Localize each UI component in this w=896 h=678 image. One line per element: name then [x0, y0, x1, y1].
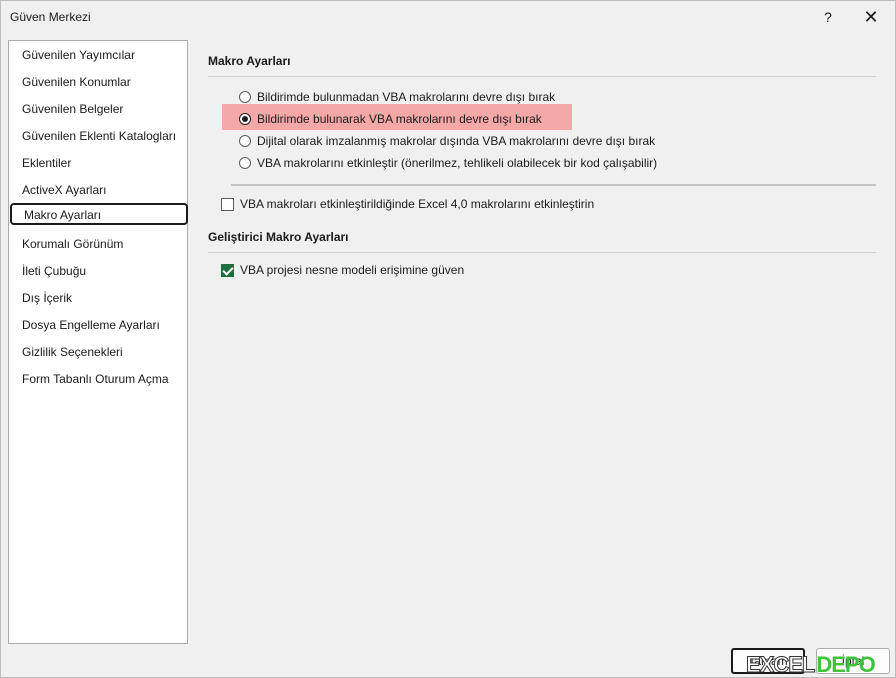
radio-label: Bildirimde bulunarak VBA makrolarını dev…: [257, 112, 542, 126]
help-button[interactable]: ?: [816, 5, 840, 29]
sidebar-item-privacy-options[interactable]: Gizlilik Seçenekleri: [22, 341, 123, 363]
sidebar-item-protected-view[interactable]: Korumalı Görünüm: [22, 233, 123, 255]
radio-label: Bildirimde bulunmadan VBA makrolarını de…: [257, 90, 556, 104]
radio-button[interactable]: [239, 157, 251, 169]
radio-button[interactable]: [239, 135, 251, 147]
radio-label: Dijital olarak imzalanmış makrolar dışın…: [257, 134, 656, 148]
sidebar-item-trusted-publishers[interactable]: Güvenilen Yayımcılar: [22, 44, 135, 66]
radio-button[interactable]: [239, 91, 251, 103]
sidebar-item-macro-settings[interactable]: Makro Ayarları: [10, 203, 188, 225]
sidebar-item-message-bar[interactable]: İleti Çubuğu: [22, 260, 86, 282]
macro-settings-heading: Makro Ayarları: [208, 54, 291, 68]
sidebar: Güvenilen Yayımcılar Güvenilen Konumlar …: [8, 40, 188, 644]
divider: [231, 184, 876, 186]
sidebar-item-trusted-add-in-catalogs[interactable]: Güvenilen Eklenti Katalogları: [22, 125, 176, 147]
radio-option-disable-except-signed[interactable]: Dijital olarak imzalanmış makrolar dışın…: [239, 132, 655, 150]
sidebar-item-trusted-locations[interactable]: Güvenilen Konumlar: [22, 71, 131, 93]
radio-label: VBA makrolarını etkinleştir (önerilmez, …: [257, 156, 658, 170]
excel4-macros-checkbox[interactable]: [221, 197, 234, 211]
watermark-logo: EXCEL DEPO: [745, 651, 875, 678]
sidebar-item-trusted-documents[interactable]: Güvenilen Belgeler: [22, 98, 123, 120]
radio-option-disable-with-notification[interactable]: Bildirimde bulunarak VBA makrolarını dev…: [239, 110, 542, 128]
excel4-macros-option[interactable]: VBA makroları etkinleştirildiğinde Excel…: [221, 195, 594, 213]
watermark-excel: EXCEL: [745, 652, 815, 678]
radio-option-enable-all[interactable]: VBA makrolarını etkinleştir (önerilmez, …: [239, 154, 657, 172]
sidebar-item-file-block-settings[interactable]: Dosya Engelleme Ayarları: [22, 314, 160, 336]
radio-button-selected[interactable]: [239, 113, 251, 125]
vba-trust-option[interactable]: VBA projesi nesne modeli erişimine güven: [221, 261, 464, 279]
sidebar-item-form-based-sign-in[interactable]: Form Tabanlı Oturum Açma: [22, 368, 169, 390]
sidebar-item-activex-settings[interactable]: ActiveX Ayarları: [22, 179, 106, 201]
radio-option-disable-without-notification[interactable]: Bildirimde bulunmadan VBA makrolarını de…: [239, 88, 555, 106]
window-title: Güven Merkezi: [10, 10, 91, 24]
title-bar: Güven Merkezi ? ✕: [1, 1, 896, 33]
close-button[interactable]: ✕: [859, 5, 883, 29]
checkbox-label: VBA projesi nesne modeli erişimine güven: [240, 263, 465, 277]
divider: [208, 252, 876, 253]
divider: [208, 76, 876, 77]
watermark-depo: DEPO: [816, 652, 875, 677]
checkbox-label: VBA makroları etkinleştirildiğinde Excel…: [240, 197, 595, 211]
trust-center-dialog: Güven Merkezi ? ✕ Güvenilen Yayımcılar G…: [0, 0, 896, 678]
vba-trust-checkbox[interactable]: [221, 263, 234, 277]
sidebar-item-external-content[interactable]: Dış İçerik: [22, 287, 72, 309]
developer-settings-heading: Geliştirici Makro Ayarları: [208, 230, 349, 244]
sidebar-item-add-ins[interactable]: Eklentiler: [22, 152, 71, 174]
